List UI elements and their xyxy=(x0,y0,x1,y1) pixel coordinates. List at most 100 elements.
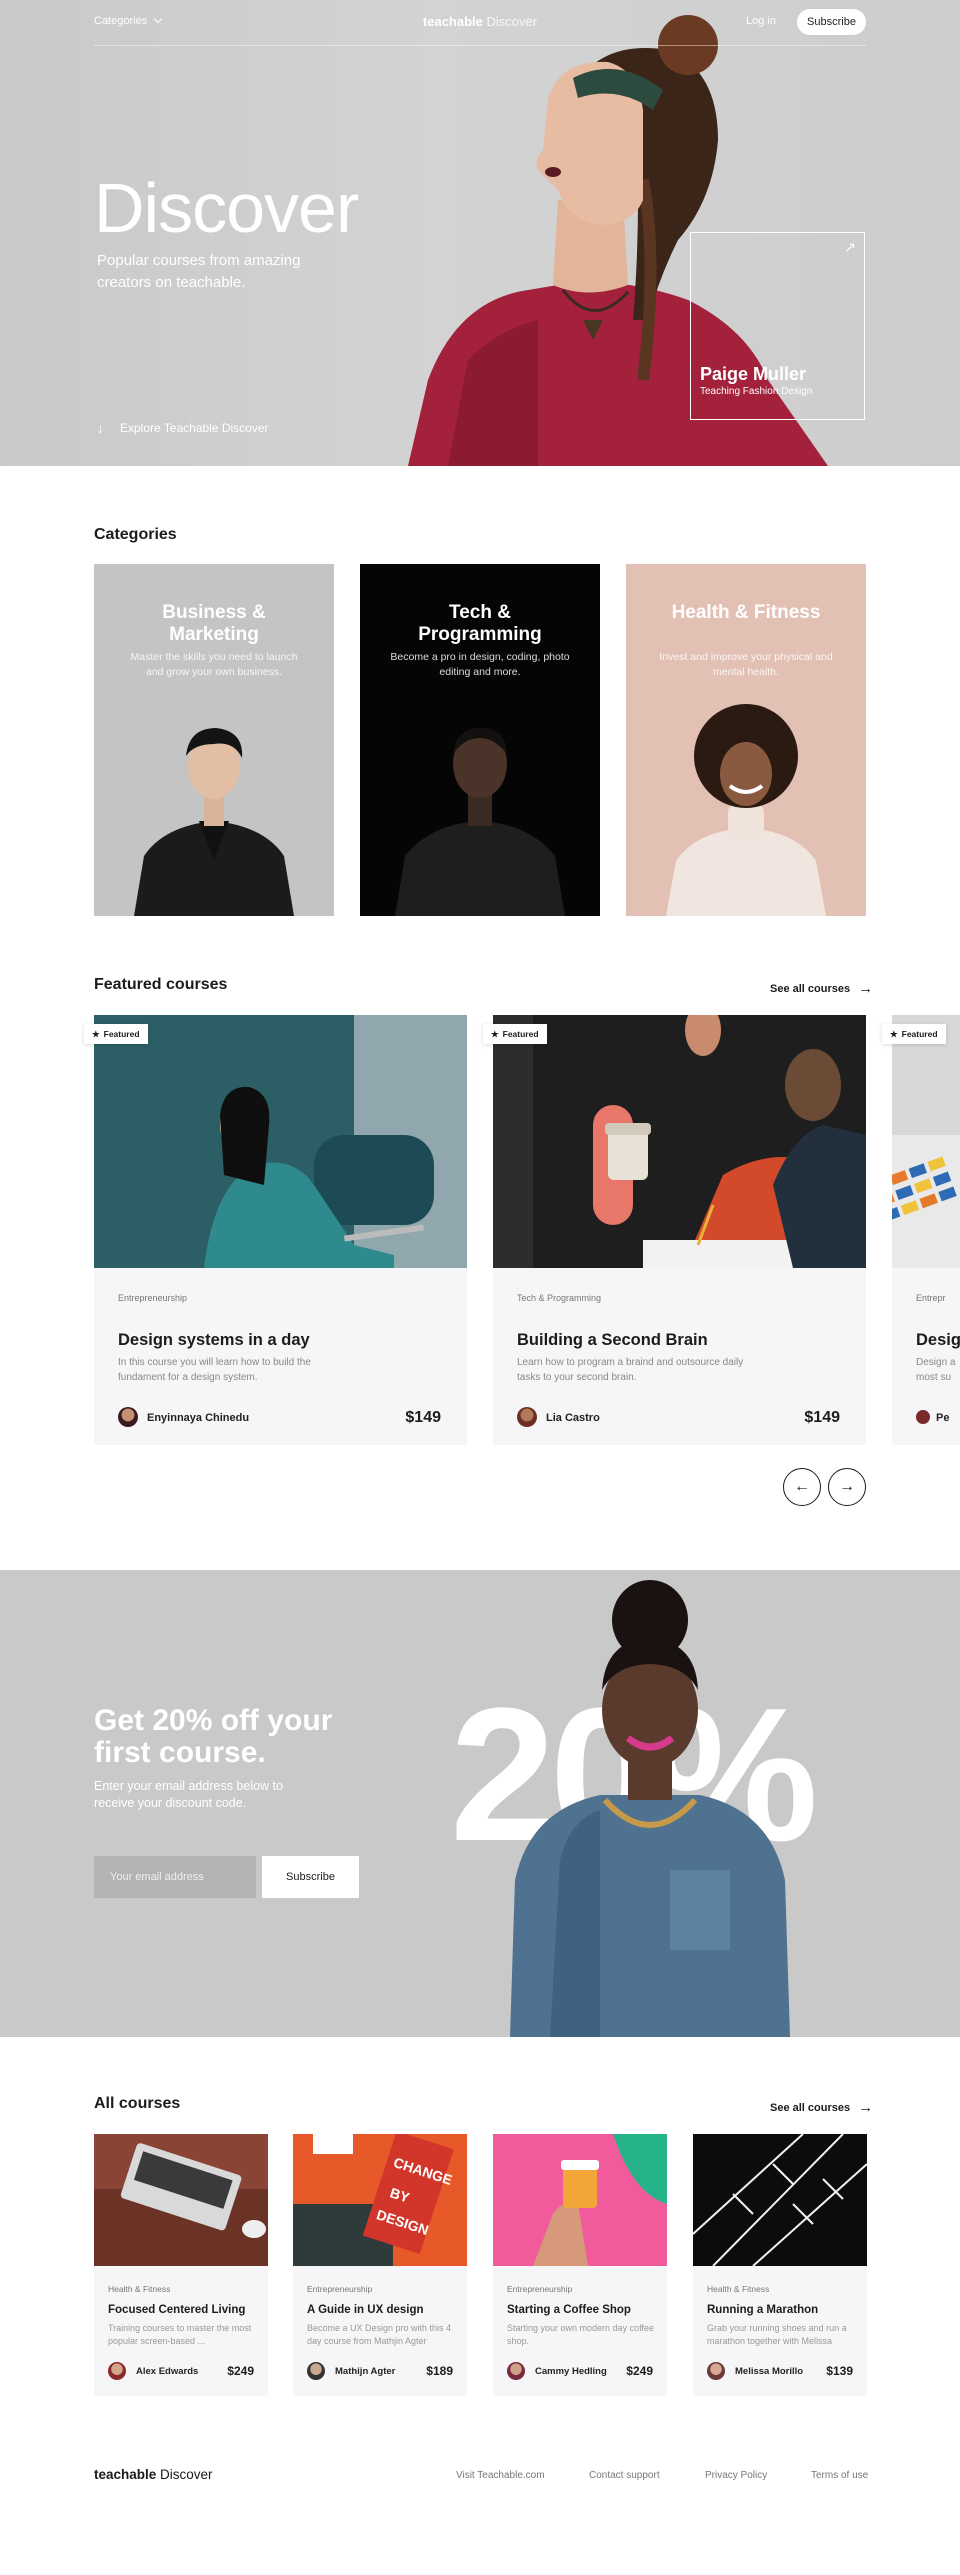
see-all-label: See all courses xyxy=(770,2101,851,2114)
footer-logo[interactable]: teachable Discover xyxy=(94,2467,213,2482)
category-person-photo xyxy=(666,704,826,916)
author-avatar xyxy=(118,1407,138,1427)
arrow-right-icon: → xyxy=(858,2099,874,2116)
category-person-photo xyxy=(134,728,294,916)
hero-section: Categories teachable Discover Log in Sub… xyxy=(0,0,960,466)
course-description: Design a most su xyxy=(916,1357,956,1383)
all-courses-heading: All courses xyxy=(94,2095,181,2112)
site-logo[interactable]: teachable Discover xyxy=(423,14,537,29)
course-description: Become a UX Design pro with this 4 day c… xyxy=(307,2323,452,2346)
category-description: Invest and improve your physical and men… xyxy=(659,651,833,678)
featured-course-card[interactable]: Entrepreneurship Design systems in a day… xyxy=(94,1015,467,1445)
featured-course-card[interactable]: Entrepr Desig Design a most su Pe xyxy=(892,1015,960,1445)
categories-dropdown-label: Categories xyxy=(94,15,148,27)
category-title: Business & Marketing xyxy=(162,602,266,645)
star-icon: ★ xyxy=(890,1028,898,1039)
course-title: Running a Marathon xyxy=(707,2304,819,2316)
login-link[interactable]: Log in xyxy=(746,15,776,27)
see-all-courses-link[interactable]: See all courses → xyxy=(770,2099,873,2116)
featured-badge-label: Featured xyxy=(901,1029,938,1039)
author-name: Cammy Hedling xyxy=(535,2366,607,2377)
author-name: Mathijn Agter xyxy=(335,2366,396,2377)
footer-link-contact-support[interactable]: Contact support xyxy=(589,2470,660,2481)
course-card[interactable]: Entrepreneurship Starting a Coffee Shop … xyxy=(493,2134,667,2396)
course-price: $249 xyxy=(227,2364,254,2378)
see-all-featured-link[interactable]: See all courses → xyxy=(770,980,873,997)
footer-logo-bold: teachable xyxy=(94,2467,157,2482)
author-name: Melissa Morillo xyxy=(735,2366,804,2377)
hero-subtitle: Popular courses from amazing creators on… xyxy=(97,252,301,291)
chevron-down-icon xyxy=(153,14,163,24)
carousel-next-button[interactable]: → xyxy=(828,1468,866,1506)
category-card-health[interactable]: Health & Fitness Invest and improve your… xyxy=(626,564,866,916)
course-card[interactable]: Health & Fitness Running a Marathon Grab… xyxy=(693,2134,867,2396)
author-avatar xyxy=(517,1407,537,1427)
top-navigation-bar: Categories teachable Discover Log in Sub… xyxy=(94,0,866,46)
email-input[interactable] xyxy=(94,1856,256,1898)
author-avatar xyxy=(307,2362,325,2380)
course-thumbnail xyxy=(493,1015,866,1268)
course-title: Starting a Coffee Shop xyxy=(507,2304,631,2316)
arrow-up-right-icon: ↗ xyxy=(844,239,856,255)
course-thumbnail xyxy=(693,2134,867,2266)
promo-title: Get 20% off your first course. xyxy=(94,1704,333,1769)
instructor-role: Teaching Fashion Design xyxy=(700,386,813,397)
explore-link[interactable]: ↓ Explore Teachable Discover xyxy=(97,420,269,436)
promo-subtitle: Enter your email address below to receiv… xyxy=(94,1779,283,1810)
footer-link-privacy-policy[interactable]: Privacy Policy xyxy=(705,2470,767,2481)
category-card-tech[interactable]: Tech & Programming Become a pro in desig… xyxy=(360,564,600,916)
course-title: A Guide in UX design xyxy=(307,2304,424,2316)
author-name: Enyinnaya Chinedu xyxy=(147,1412,250,1424)
course-category: Entrepreneurship xyxy=(307,2284,373,2294)
author-avatar xyxy=(707,2362,725,2380)
author-name: Lia Castro xyxy=(546,1412,600,1424)
category-card-business[interactable]: Business & Marketing Master the skills y… xyxy=(94,564,334,916)
course-card[interactable]: CHANGE BY DESIGN Entrepreneurship A Guid… xyxy=(293,2134,467,2396)
course-thumbnail xyxy=(493,2134,667,2266)
featured-badge: ★ Featured xyxy=(882,1024,946,1044)
arrow-right-icon: → xyxy=(858,980,874,997)
course-price: $249 xyxy=(626,2364,653,2378)
featured-course-card[interactable]: Tech & Programming Building a Second Bra… xyxy=(493,1015,866,1445)
category-person-photo xyxy=(395,728,565,916)
featured-badge-label: Featured xyxy=(103,1029,140,1039)
footer-link-terms-of-use[interactable]: Terms of use xyxy=(811,2470,868,2481)
category-title: Health & Fitness xyxy=(671,602,821,623)
subscribe-button[interactable]: Subscribe xyxy=(797,9,866,35)
course-title: Desig xyxy=(916,1331,960,1349)
featured-heading: Featured courses xyxy=(94,976,228,993)
arrow-right-icon: → xyxy=(839,1478,855,1495)
logo-bold-text: teachable xyxy=(422,14,483,29)
category-description: Become a pro in design, coding, photo ed… xyxy=(390,651,570,678)
course-description: Learn how to program a braind and outsou… xyxy=(517,1357,744,1383)
carousel-prev-button[interactable]: ← xyxy=(783,1468,821,1506)
course-category: Entrepr xyxy=(916,1293,946,1303)
categories-dropdown[interactable]: Categories xyxy=(94,14,163,27)
course-thumbnail xyxy=(94,1015,467,1268)
categories-heading: Categories xyxy=(94,526,177,543)
star-icon: ★ xyxy=(491,1028,499,1039)
course-card[interactable]: Health & Fitness Focused Centered Living… xyxy=(94,2134,268,2396)
author-avatar xyxy=(916,1410,930,1424)
author-name: Alex Edwards xyxy=(136,2366,199,2377)
category-title: Tech & Programming xyxy=(418,602,542,645)
arrow-left-icon: ← xyxy=(794,1478,810,1495)
course-price: $149 xyxy=(405,1409,441,1426)
hero-title: Discover xyxy=(94,169,359,247)
footer-link-visit-teachable[interactable]: Visit Teachable.com xyxy=(456,2470,545,2481)
instructor-name: Paige Muller xyxy=(700,364,807,384)
course-category: Entrepreneurship xyxy=(507,2284,573,2294)
course-description: Training courses to master the most popu… xyxy=(108,2323,252,2346)
arrow-down-icon: ↓ xyxy=(97,420,104,436)
course-description: Starting your own modern day coffee shop… xyxy=(507,2323,654,2346)
featured-badge: ★ Featured xyxy=(483,1024,547,1044)
discount-promo-section: 20% Get 20% off your first course. Enter… xyxy=(0,1570,960,2037)
course-category: Tech & Programming xyxy=(517,1293,602,1303)
logo-light-text: Discover xyxy=(486,14,538,29)
course-description: In this course you will learn how to bui… xyxy=(118,1357,311,1383)
promo-subscribe-button[interactable]: Subscribe xyxy=(262,1856,359,1898)
course-title: Building a Second Brain xyxy=(517,1331,708,1349)
featured-badge-label: Featured xyxy=(502,1029,539,1039)
course-thumbnail xyxy=(94,2134,268,2266)
course-price: $139 xyxy=(826,2364,853,2378)
